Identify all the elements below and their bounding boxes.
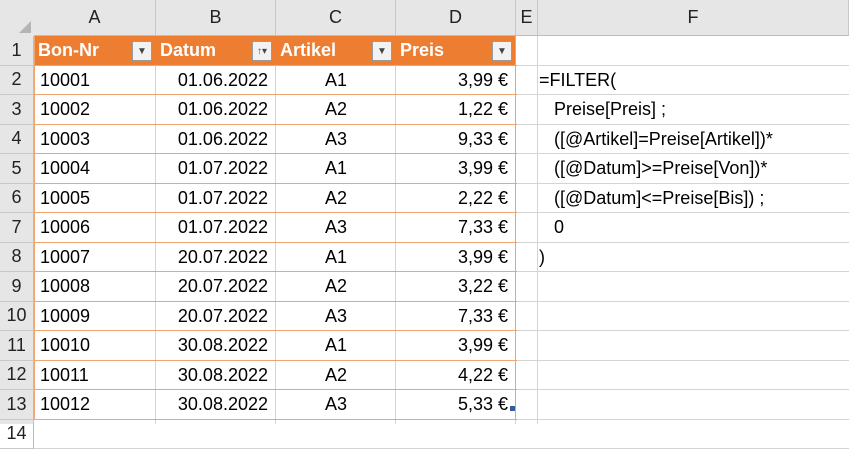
table-cell[interactable]: A2 (276, 184, 396, 214)
row-header-11[interactable]: 11 (0, 331, 34, 361)
table-cell[interactable]: A3 (276, 213, 396, 243)
table-cell[interactable]: 1,22 € (396, 95, 516, 125)
filter-dropdown-icon[interactable]: ▼ (372, 41, 392, 61)
table-cell[interactable]: A1 (276, 66, 396, 96)
table-header-label: Datum (160, 40, 216, 61)
table-cell[interactable]: 01.06.2022 (156, 66, 276, 96)
table-cell[interactable]: 30.08.2022 (156, 390, 276, 420)
formula-line: 0 (539, 217, 564, 238)
table-cell[interactable]: 3,22 € (396, 272, 516, 302)
table-cell[interactable]: 30.08.2022 (156, 361, 276, 391)
table-cell[interactable]: A3 (276, 390, 396, 420)
column-header-a[interactable]: A (34, 0, 156, 36)
table-cell[interactable]: 4,22 € (396, 361, 516, 391)
formula-line: =FILTER( (539, 70, 616, 91)
column-header-e[interactable]: E (516, 0, 538, 36)
table-cell[interactable]: 01.06.2022 (156, 125, 276, 155)
table-cell[interactable]: A1 (276, 154, 396, 184)
table-cell[interactable]: A1 (276, 243, 396, 273)
table-header-label: Bon-Nr (38, 40, 99, 61)
column-header-d[interactable]: D (396, 0, 516, 36)
table-cell[interactable]: 3,99 € (396, 154, 516, 184)
table-cell[interactable]: A2 (276, 272, 396, 302)
column-header-b[interactable]: B (156, 0, 276, 36)
row-header-6[interactable]: 6 (0, 184, 34, 214)
table-cell[interactable]: 01.07.2022 (156, 213, 276, 243)
table-cell[interactable]: A1 (276, 331, 396, 361)
table-header-label: Preis (400, 40, 444, 61)
table-cell[interactable]: 10004 (34, 154, 156, 184)
table-cell[interactable]: 7,33 € (396, 302, 516, 332)
row-header-8[interactable]: 8 (0, 243, 34, 273)
row-header-1[interactable]: 1 (0, 36, 34, 66)
spreadsheet[interactable]: ABCDEF1234567891011121314Bon-Nr▼Datum↑▾A… (0, 0, 849, 424)
column-header-c[interactable]: C (276, 0, 396, 36)
table-cell[interactable]: 10008 (34, 272, 156, 302)
table-cell[interactable]: 3,99 € (396, 331, 516, 361)
table-cell[interactable]: 10010 (34, 331, 156, 361)
filter-dropdown-icon[interactable]: ▼ (492, 41, 512, 61)
table-cell[interactable]: 10009 (34, 302, 156, 332)
table-cell[interactable]: 10012 (34, 390, 156, 420)
row-header-2[interactable]: 2 (0, 66, 34, 96)
table-cell[interactable]: A3 (276, 302, 396, 332)
table-cell[interactable]: 10001 (34, 66, 156, 96)
select-all-corner[interactable] (0, 0, 34, 36)
row-header-13[interactable]: 13 (0, 390, 34, 420)
table-header-label: Artikel (280, 40, 336, 61)
formula-line: ) (539, 247, 545, 268)
sort-ascending-filter-icon[interactable]: ↑▾ (252, 41, 272, 61)
row-header-12[interactable]: 12 (0, 361, 34, 391)
select-all-triangle-icon (19, 21, 31, 33)
table-cell[interactable]: 9,33 € (396, 125, 516, 155)
table-resize-handle[interactable] (510, 406, 515, 411)
table-cell[interactable]: 5,33 € (396, 390, 516, 420)
table-cell[interactable]: 20.07.2022 (156, 302, 276, 332)
table-cell[interactable]: A3 (276, 125, 396, 155)
table-cell[interactable]: 20.07.2022 (156, 243, 276, 273)
formula-line: Preise[Preis] ; (539, 99, 666, 120)
table-cell[interactable]: 10006 (34, 213, 156, 243)
formula-line: ([@Datum]>=Preise[Von])* (539, 158, 767, 179)
table-cell[interactable]: 01.07.2022 (156, 154, 276, 184)
table-cell[interactable]: 2,22 € (396, 184, 516, 214)
formula-line: ([@Artikel]=Preise[Artikel])* (539, 129, 773, 150)
row-header-3[interactable]: 3 (0, 95, 34, 125)
table-cell[interactable]: 3,99 € (396, 243, 516, 273)
row-header-9[interactable]: 9 (0, 272, 34, 302)
table-cell[interactable]: 10007 (34, 243, 156, 273)
filter-dropdown-icon[interactable]: ▼ (132, 41, 152, 61)
table-cell[interactable]: 3,99 € (396, 66, 516, 96)
row-header-5[interactable]: 5 (0, 154, 34, 184)
table-cell[interactable]: 30.08.2022 (156, 331, 276, 361)
table-cell[interactable]: 01.06.2022 (156, 95, 276, 125)
table-cell[interactable]: 10011 (34, 361, 156, 391)
table-cell[interactable]: 01.07.2022 (156, 184, 276, 214)
table-cell[interactable]: 10005 (34, 184, 156, 214)
table-cell[interactable]: A2 (276, 361, 396, 391)
row-header-7[interactable]: 7 (0, 213, 34, 243)
column-header-f[interactable]: F (538, 0, 849, 36)
row-header-10[interactable]: 10 (0, 302, 34, 332)
table-cell[interactable]: A2 (276, 95, 396, 125)
table-cell[interactable]: 10002 (34, 95, 156, 125)
row-header-4[interactable]: 4 (0, 125, 34, 155)
formula-line: ([@Datum]<=Preise[Bis]) ; (539, 188, 764, 209)
table-cell[interactable]: 7,33 € (396, 213, 516, 243)
table-cell[interactable]: 20.07.2022 (156, 272, 276, 302)
table-cell[interactable]: 10003 (34, 125, 156, 155)
